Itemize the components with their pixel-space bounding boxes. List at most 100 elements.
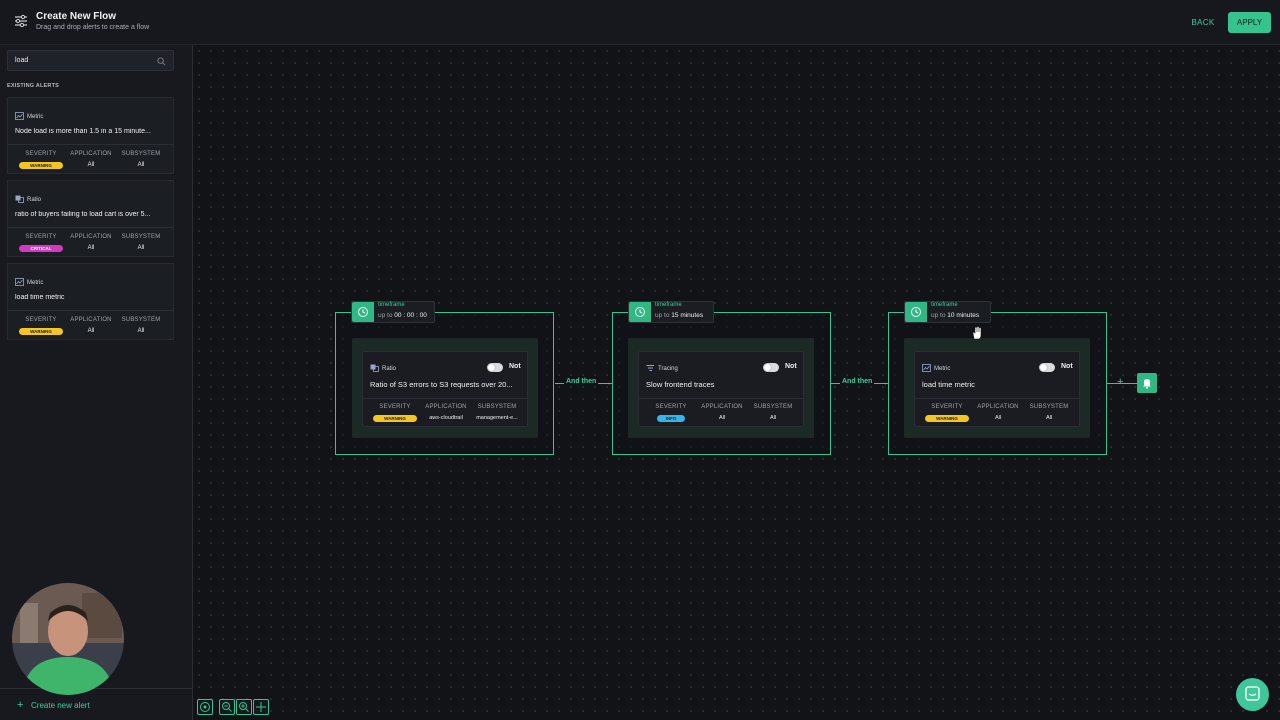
- severity-badge: WARNING: [373, 415, 417, 422]
- zoom-out-button[interactable]: [219, 699, 235, 715]
- chat-button[interactable]: [1236, 678, 1269, 711]
- up-to-label: up to: [931, 312, 946, 319]
- subsystem-value: All: [137, 162, 145, 168]
- severity-badge: INFO: [657, 415, 685, 422]
- alert-type: Metric: [27, 114, 44, 120]
- flow-node[interactable]: Tracing Not Slow frontend traces SEVERIT…: [628, 338, 814, 438]
- divider: [8, 227, 173, 228]
- not-toggle[interactable]: [487, 363, 503, 372]
- application-value: All: [718, 415, 726, 421]
- clock-icon: [635, 307, 645, 317]
- alert-name: ratio of buyers failing to load cart is …: [15, 211, 151, 218]
- subsystem-header: SUBSYSTEM: [1029, 404, 1069, 410]
- zoom-in-button[interactable]: [236, 699, 252, 715]
- divider: [363, 398, 527, 399]
- subsystem-value: All: [769, 415, 777, 421]
- fit-view-button[interactable]: [197, 699, 213, 715]
- create-new-alert-label: Create new alert: [31, 701, 90, 710]
- filter-settings-icon[interactable]: [14, 14, 28, 28]
- node-name: load time metric: [922, 380, 975, 389]
- page-title: Create New Flow: [36, 11, 117, 22]
- alert-type: Metric: [27, 280, 44, 286]
- apply-button[interactable]: APPLY: [1228, 12, 1271, 33]
- notification-bell-button[interactable]: [1137, 373, 1157, 393]
- application-header: APPLICATION: [70, 151, 112, 157]
- subsystem-value: All: [1045, 415, 1053, 421]
- timeframe-label: timeframe: [655, 302, 682, 308]
- timeframe-badge[interactable]: timeframe up to 00 : 00 : 00: [351, 301, 435, 323]
- severity-header: SEVERITY: [379, 404, 411, 410]
- bell-icon: [1143, 379, 1151, 389]
- up-to-label: up to: [655, 312, 670, 319]
- divider: [8, 144, 173, 145]
- subsystem-header: SUBSYSTEM: [121, 317, 161, 323]
- node-type: Metric: [934, 366, 951, 372]
- subsystem-value: All: [137, 245, 145, 251]
- flow-node[interactable]: Metric Not load time metric SEVERITY APP…: [904, 338, 1090, 438]
- timeframe-label: timeframe: [931, 302, 958, 308]
- subsystem-header: SUBSYSTEM: [477, 404, 517, 410]
- back-button[interactable]: BACK: [1185, 14, 1221, 30]
- timeframe-badge[interactable]: timeframe up to 15 minutes: [628, 301, 714, 323]
- severity-header: SEVERITY: [25, 317, 57, 323]
- move-button[interactable]: [253, 699, 269, 715]
- page-subtitle: Drag and drop alerts to create a flow: [36, 24, 150, 31]
- divider: [915, 398, 1079, 399]
- severity-header: SEVERITY: [25, 234, 57, 240]
- search-input[interactable]: load: [7, 50, 174, 71]
- clock-icon: [911, 307, 921, 317]
- alert-card[interactable]: Ratio ratio of buyers failing to load ca…: [7, 180, 174, 257]
- node-name: Slow frontend traces: [646, 380, 715, 389]
- severity-badge: CRITICAL: [19, 245, 63, 252]
- metric-icon: [15, 278, 24, 286]
- tracing-icon: [646, 365, 654, 371]
- alert-name: load time metric: [15, 294, 65, 301]
- not-toggle[interactable]: [1039, 363, 1055, 372]
- application-value: All: [87, 328, 95, 334]
- flow-node[interactable]: Ratio Not Ratio of S3 errors to S3 reque…: [352, 338, 538, 438]
- arrow-right-icon: →: [603, 377, 612, 387]
- application-header: APPLICATION: [977, 404, 1019, 410]
- metric-icon: [15, 112, 24, 120]
- node-name: Ratio of S3 errors to S3 requests over 2…: [370, 380, 513, 389]
- timeframe-badge[interactable]: timeframe up to 10 minutes: [904, 301, 991, 323]
- not-toggle[interactable]: [763, 363, 779, 372]
- severity-badge: WARNING: [19, 328, 63, 335]
- severity-header: SEVERITY: [931, 404, 963, 410]
- severity-badge: WARNING: [925, 415, 969, 422]
- zoom-out-icon: [222, 702, 232, 712]
- severity-header: SEVERITY: [655, 404, 687, 410]
- plus-icon: +: [17, 699, 24, 711]
- create-new-alert-button[interactable]: + Create new alert: [0, 688, 193, 720]
- and-then-label: And then: [564, 378, 599, 385]
- severity-badge: WARNING: [19, 162, 63, 169]
- hand-cursor-icon: [972, 326, 982, 340]
- divider: [8, 310, 173, 311]
- application-value: All: [87, 162, 95, 168]
- clock-icon: [358, 307, 368, 317]
- subsystem-header: SUBSYSTEM: [121, 151, 161, 157]
- alert-card[interactable]: Metric load time metric SEVERITY APPLICA…: [7, 263, 174, 340]
- application-value: aws-cloudtrail: [429, 415, 463, 421]
- severity-header: SEVERITY: [25, 151, 57, 157]
- zoom-in-icon: [239, 702, 249, 712]
- timeframe-value: 10 minutes: [947, 312, 980, 319]
- node-type: Ratio: [382, 366, 397, 372]
- alert-type: Ratio: [27, 197, 42, 203]
- not-label: Not: [1061, 363, 1073, 370]
- chat-icon: [1245, 686, 1260, 701]
- metric-icon: [922, 364, 931, 372]
- subsystem-value: management-e...: [476, 415, 518, 421]
- app-header: Create New Flow Drag and drop alerts to …: [0, 0, 1280, 45]
- up-to-label: up to: [378, 312, 393, 319]
- not-label: Not: [785, 363, 797, 370]
- application-header: APPLICATION: [701, 404, 743, 410]
- move-icon: [256, 702, 266, 712]
- alert-card[interactable]: Metric Node load is more than 1.5 in a 1…: [7, 97, 174, 174]
- search-value[interactable]: load: [15, 57, 28, 64]
- subsystem-header: SUBSYSTEM: [753, 404, 793, 410]
- add-step-icon[interactable]: +: [1117, 376, 1123, 388]
- timeframe-value: 15 minutes: [671, 312, 704, 319]
- subsystem-value: All: [137, 328, 145, 334]
- application-header: APPLICATION: [70, 317, 112, 323]
